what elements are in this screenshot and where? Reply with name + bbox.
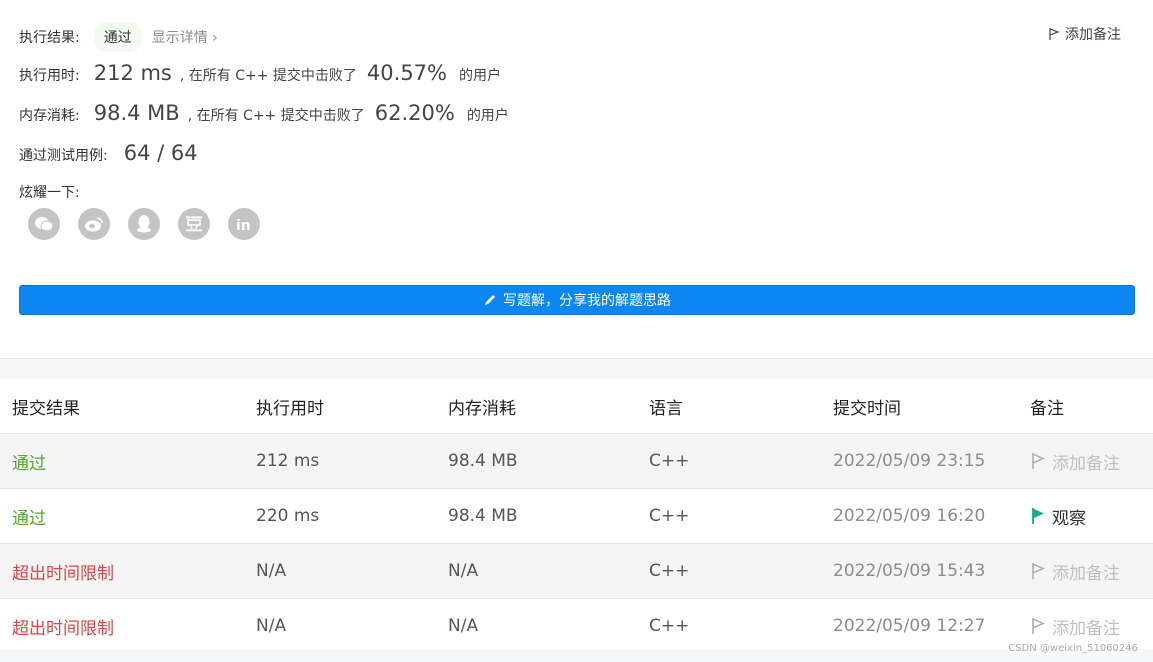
show-detail-link[interactable]: 显示详情 › [152,27,218,47]
row-result[interactable]: 超出时间限制 [12,614,114,639]
row-memory: N/A [448,561,479,581]
row-add-note-button[interactable]: 添加备注 [1030,559,1120,584]
row-language: C++ [649,616,690,636]
table-row[interactable]: 通过 220 ms 98.4 MB C++ 2022/05/09 16:20 观… [0,488,1153,543]
memory-mid-text: , 在所有 C++ 提交中击败了 [187,108,365,124]
table-row[interactable]: 超出时间限制 N/A N/A C++ 2022/05/09 15:43 添加备注 [0,543,1153,598]
memory-value: 98.4 MB [93,101,180,125]
svg-text:in: in [236,218,251,232]
result-badge: 通过 [93,22,142,52]
share-icons: in [28,208,260,240]
header-result: 提交结果 [12,398,80,419]
linkedin-icon[interactable]: in [228,208,260,240]
row-submit-time: 2022/05/09 15:43 [833,561,986,581]
row-submit-time: 2022/05/09 12:27 [833,616,986,636]
row-runtime: N/A [256,561,287,581]
row-memory: 98.4 MB [448,451,518,471]
share-row: 炫耀一下: [19,182,80,202]
share-label: 炫耀一下: [19,185,80,201]
tests-value: 64 / 64 [123,141,198,165]
runtime-value: 212 ms [93,61,172,85]
row-submit-time: 2022/05/09 16:20 [833,506,986,526]
add-note-label: 添加备注 [1065,27,1121,43]
row-note-label: 添加备注 [1052,563,1120,584]
row-runtime: 220 ms [256,506,320,526]
flag-icon [1032,563,1045,579]
row-runtime: 212 ms [256,451,320,471]
row-result[interactable]: 超出时间限制 [12,559,114,584]
row-language: C++ [649,451,690,471]
table-row[interactable]: 通过 212 ms 98.4 MB C++ 2022/05/09 23:15 添… [0,433,1153,488]
row-add-note-button[interactable]: 添加备注 [1030,449,1120,474]
memory-percentile: 62.20% [374,101,455,125]
pencil-icon [485,295,495,305]
runtime-mid-text: , 在所有 C++ 提交中击败了 [179,68,357,84]
runtime-row: 执行用时: 212 ms , 在所有 C++ 提交中击败了 40.57% 的用户 [19,61,501,85]
flag-icon [1032,618,1045,634]
flag-icon [1032,453,1045,469]
row-runtime: N/A [256,616,287,636]
flag-icon [1049,28,1060,40]
runtime-percentile: 40.57% [366,61,447,85]
write-solution-button[interactable]: 写题解，分享我的解题思路 [19,285,1135,315]
row-note-label: 观察 [1052,508,1086,529]
submissions-table: 提交结果 执行用时 内存消耗 语言 提交时间 备注 通过 212 ms 98.4… [0,379,1153,649]
header-memory: 内存消耗 [448,398,516,419]
row-add-note-button[interactable]: 添加备注 [1030,614,1120,639]
row-note-button[interactable]: 观察 [1030,504,1086,529]
runtime-tail-text: 的用户 [459,68,501,84]
row-note-label: 添加备注 [1052,618,1120,639]
row-language: C++ [649,506,690,526]
row-memory: 98.4 MB [448,506,518,526]
row-submit-time: 2022/05/09 23:15 [833,451,986,471]
qq-icon[interactable] [128,208,160,240]
header-submit-time: 提交时间 [833,398,901,419]
header-note: 备注 [1030,398,1064,419]
flag-filled-icon [1032,508,1044,524]
row-language: C++ [649,561,690,581]
douban-icon[interactable] [178,208,210,240]
result-row: 执行结果: 通过 显示详情 › [19,22,218,52]
weibo-icon[interactable] [78,208,110,240]
watermark: CSDN @weixin_51060246 [1008,643,1138,654]
wechat-icon[interactable] [28,208,60,240]
result-card: 执行结果: 通过 显示详情 › 添加备注 执行用时: 212 ms , 在所有 … [0,0,1153,359]
add-note-button[interactable]: 添加备注 [1047,24,1121,44]
row-result[interactable]: 通过 [12,504,46,529]
row-note-label: 添加备注 [1052,453,1120,474]
runtime-label: 执行用时: [19,68,80,84]
tests-label: 通过测试用例: [19,148,108,164]
table-row[interactable]: 超出时间限制 N/A N/A C++ 2022/05/09 12:27 添加备注 [0,598,1153,653]
row-memory: N/A [448,616,479,636]
write-solution-label: 写题解，分享我的解题思路 [503,293,671,309]
memory-row: 内存消耗: 98.4 MB , 在所有 C++ 提交中击败了 62.20% 的用… [19,101,509,125]
result-label: 执行结果: [19,30,80,46]
header-language: 语言 [649,398,683,419]
table-header: 提交结果 执行用时 内存消耗 语言 提交时间 备注 [0,379,1153,433]
tests-row: 通过测试用例: 64 / 64 [19,141,198,165]
memory-tail-text: 的用户 [466,108,509,124]
header-runtime: 执行用时 [256,398,324,419]
memory-label: 内存消耗: [19,108,80,124]
row-result[interactable]: 通过 [12,449,46,474]
